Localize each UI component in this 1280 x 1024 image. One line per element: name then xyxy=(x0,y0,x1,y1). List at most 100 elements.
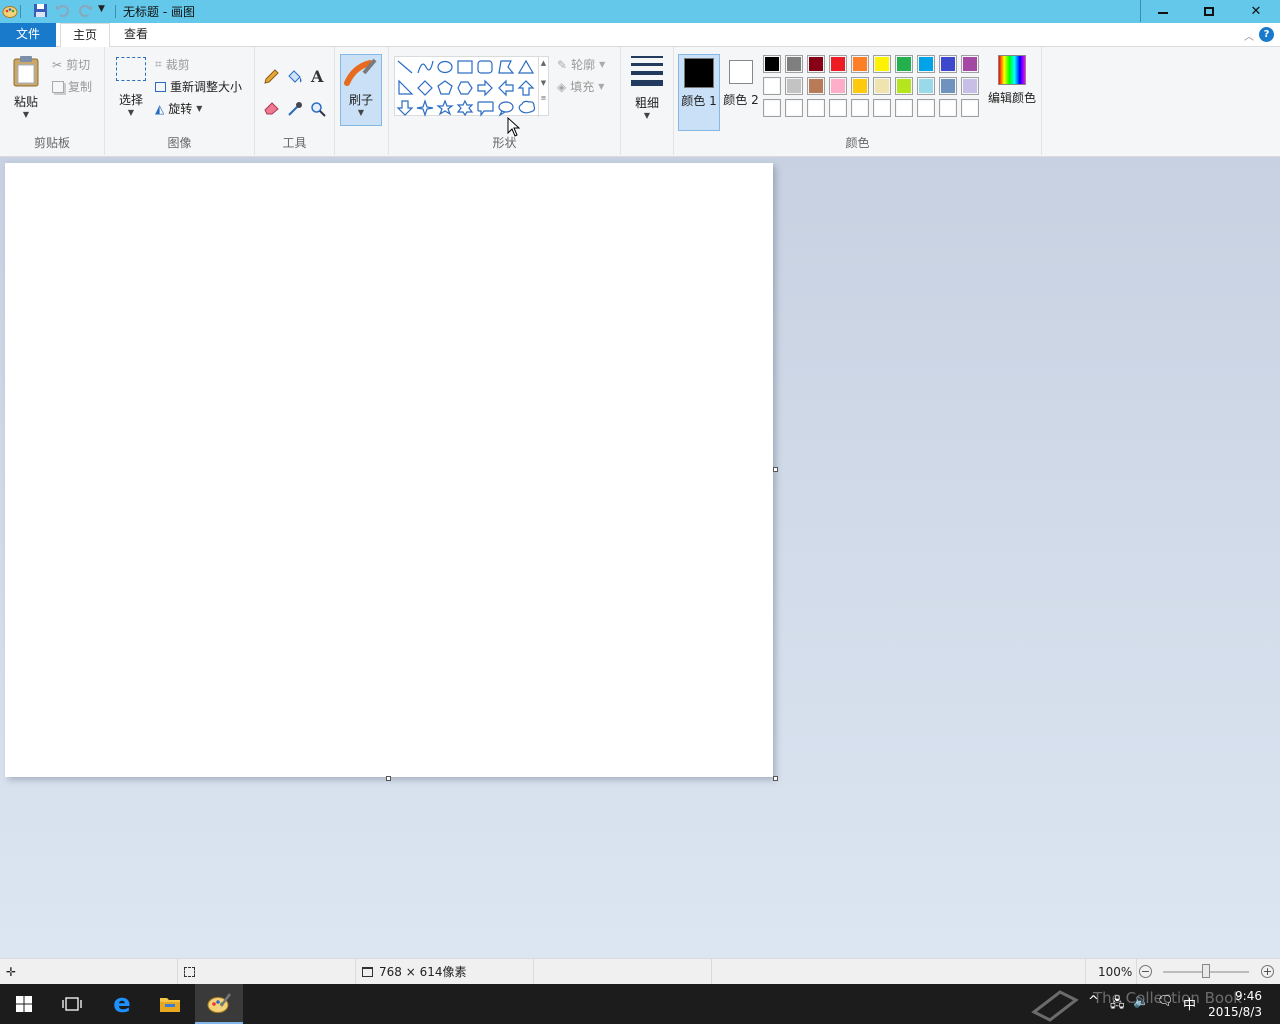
paste-button[interactable]: 粘贴 ▼ xyxy=(6,55,46,125)
cloud-callout-shape-icon[interactable] xyxy=(518,100,536,114)
custom-color-slot[interactable] xyxy=(851,99,869,117)
text-tool-icon[interactable]: A xyxy=(311,67,323,86)
resize-handle-right[interactable] xyxy=(773,467,778,472)
network-icon[interactable]: 🖧 xyxy=(1110,994,1125,1016)
color-swatch[interactable] xyxy=(939,77,957,95)
color-picker-icon[interactable] xyxy=(287,101,303,120)
fill-button[interactable]: ◈ 填充 ▼ xyxy=(557,78,604,95)
color-swatch[interactable] xyxy=(961,77,979,95)
minimize-button[interactable] xyxy=(1140,0,1186,22)
four-point-star-shape-icon[interactable] xyxy=(416,99,434,117)
shapes-more-icon[interactable]: ≡ xyxy=(539,94,548,102)
paint-taskbar-button[interactable] xyxy=(195,984,243,1024)
line-shape-icon[interactable] xyxy=(397,60,413,74)
volume-icon[interactable]: 🔈 xyxy=(1133,994,1149,1009)
edge-browser-button[interactable]: e xyxy=(98,984,146,1024)
custom-color-slot[interactable] xyxy=(917,99,935,117)
color-swatch[interactable] xyxy=(785,77,803,95)
resize-handle-bottom[interactable] xyxy=(386,776,391,781)
custom-color-slot[interactable] xyxy=(829,99,847,117)
file-explorer-button[interactable] xyxy=(146,984,194,1024)
size-button[interactable]: 粗细 ▼ xyxy=(627,56,667,126)
rounded-callout-shape-icon[interactable] xyxy=(477,101,494,117)
polygon-shape-icon[interactable] xyxy=(498,60,515,74)
notification-icon[interactable]: 🗨 xyxy=(1157,994,1174,1009)
task-view-button[interactable] xyxy=(48,984,96,1024)
custom-color-slot[interactable] xyxy=(895,99,913,117)
diamond-shape-icon[interactable] xyxy=(417,80,433,96)
scroll-up-icon[interactable]: ▲ xyxy=(539,59,548,67)
rotate-button[interactable]: ◭ 旋转 ▼ xyxy=(155,100,202,117)
brushes-button[interactable]: 刷子 ▼ xyxy=(340,54,382,126)
oval-callout-shape-icon[interactable] xyxy=(498,101,514,117)
zoom-out-button[interactable]: − xyxy=(1139,965,1152,978)
color-swatch[interactable] xyxy=(763,77,781,95)
color-swatch[interactable] xyxy=(873,77,891,95)
color-swatch[interactable] xyxy=(851,55,869,73)
tab-view[interactable]: 查看 xyxy=(112,23,160,47)
help-icon[interactable]: ? xyxy=(1259,27,1274,42)
close-button[interactable]: ✕ xyxy=(1232,0,1280,22)
fill-bucket-icon[interactable] xyxy=(286,69,303,88)
rectangle-shape-icon[interactable] xyxy=(457,60,473,74)
resize-button[interactable]: 重新调整大小 xyxy=(155,78,242,95)
copy-button[interactable]: 复制 xyxy=(52,78,92,95)
scroll-down-icon[interactable]: ▼ xyxy=(539,79,548,87)
six-point-star-shape-icon[interactable] xyxy=(456,99,474,117)
five-point-star-shape-icon[interactable] xyxy=(436,99,454,116)
show-hidden-icons[interactable]: ^ xyxy=(1088,994,1099,1009)
cut-button[interactable]: ✂ 剪切 xyxy=(52,56,90,73)
zoom-in-button[interactable]: + xyxy=(1261,965,1274,978)
hexagon-shape-icon[interactable] xyxy=(457,81,473,95)
customize-qa-icon[interactable]: ▼ xyxy=(98,4,105,21)
ime-indicator[interactable]: 中 xyxy=(1183,994,1196,1013)
down-arrow-shape-icon[interactable] xyxy=(396,100,414,116)
pencil-icon[interactable] xyxy=(263,69,279,88)
undo-icon[interactable] xyxy=(55,3,71,20)
select-button[interactable]: 选择 ▼ xyxy=(111,57,151,125)
color-swatch[interactable] xyxy=(785,55,803,73)
tab-file[interactable]: 文件 xyxy=(0,23,56,47)
drawing-canvas[interactable] xyxy=(5,163,773,777)
resize-handle-corner[interactable] xyxy=(773,776,778,781)
custom-color-slot[interactable] xyxy=(785,99,803,117)
redo-icon[interactable] xyxy=(77,3,93,20)
color-swatch[interactable] xyxy=(807,55,825,73)
pentagon-shape-icon[interactable] xyxy=(437,80,453,95)
start-button[interactable] xyxy=(0,984,48,1024)
crop-button[interactable]: ⌗ 裁剪 xyxy=(155,56,190,73)
color-swatch[interactable] xyxy=(763,55,781,73)
curve-shape-icon[interactable] xyxy=(417,60,434,74)
outline-button[interactable]: ✎ 轮廓 ▼ xyxy=(557,56,605,73)
collapse-ribbon-icon[interactable]: ︿ xyxy=(1244,28,1254,43)
rounded-rectangle-shape-icon[interactable] xyxy=(477,60,493,74)
color-swatch[interactable] xyxy=(873,55,891,73)
color-swatch[interactable] xyxy=(829,55,847,73)
color-swatch[interactable] xyxy=(917,55,935,73)
eraser-icon[interactable] xyxy=(263,101,280,118)
save-icon[interactable] xyxy=(33,3,48,20)
zoom-slider-thumb[interactable] xyxy=(1202,964,1210,978)
edit-colors-button[interactable]: 编辑颜色 xyxy=(985,55,1039,115)
triangle-shape-icon[interactable] xyxy=(517,59,535,74)
shapes-scroll[interactable]: ▲ ▼ ≡ xyxy=(538,57,548,117)
left-arrow-shape-icon[interactable] xyxy=(498,79,514,97)
clock[interactable]: 9:46 2015/8/3 xyxy=(1208,988,1262,1020)
custom-color-slot[interactable] xyxy=(807,99,825,117)
right-arrow-shape-icon[interactable] xyxy=(477,79,493,97)
color-swatch[interactable] xyxy=(895,55,913,73)
color-swatch[interactable] xyxy=(829,77,847,95)
color-swatch[interactable] xyxy=(895,77,913,95)
tab-home[interactable]: 主页 xyxy=(60,23,111,48)
custom-color-slot[interactable] xyxy=(939,99,957,117)
color2-button[interactable]: 颜色 2 xyxy=(721,54,761,131)
restore-button[interactable] xyxy=(1186,0,1232,22)
right-triangle-shape-icon[interactable] xyxy=(398,79,414,95)
color-swatch[interactable] xyxy=(961,55,979,73)
color-swatch[interactable] xyxy=(917,77,935,95)
oval-shape-icon[interactable] xyxy=(437,60,453,74)
magnifier-icon[interactable] xyxy=(310,101,326,120)
color-swatch[interactable] xyxy=(807,77,825,95)
custom-color-slot[interactable] xyxy=(873,99,891,117)
color-swatch[interactable] xyxy=(851,77,869,95)
